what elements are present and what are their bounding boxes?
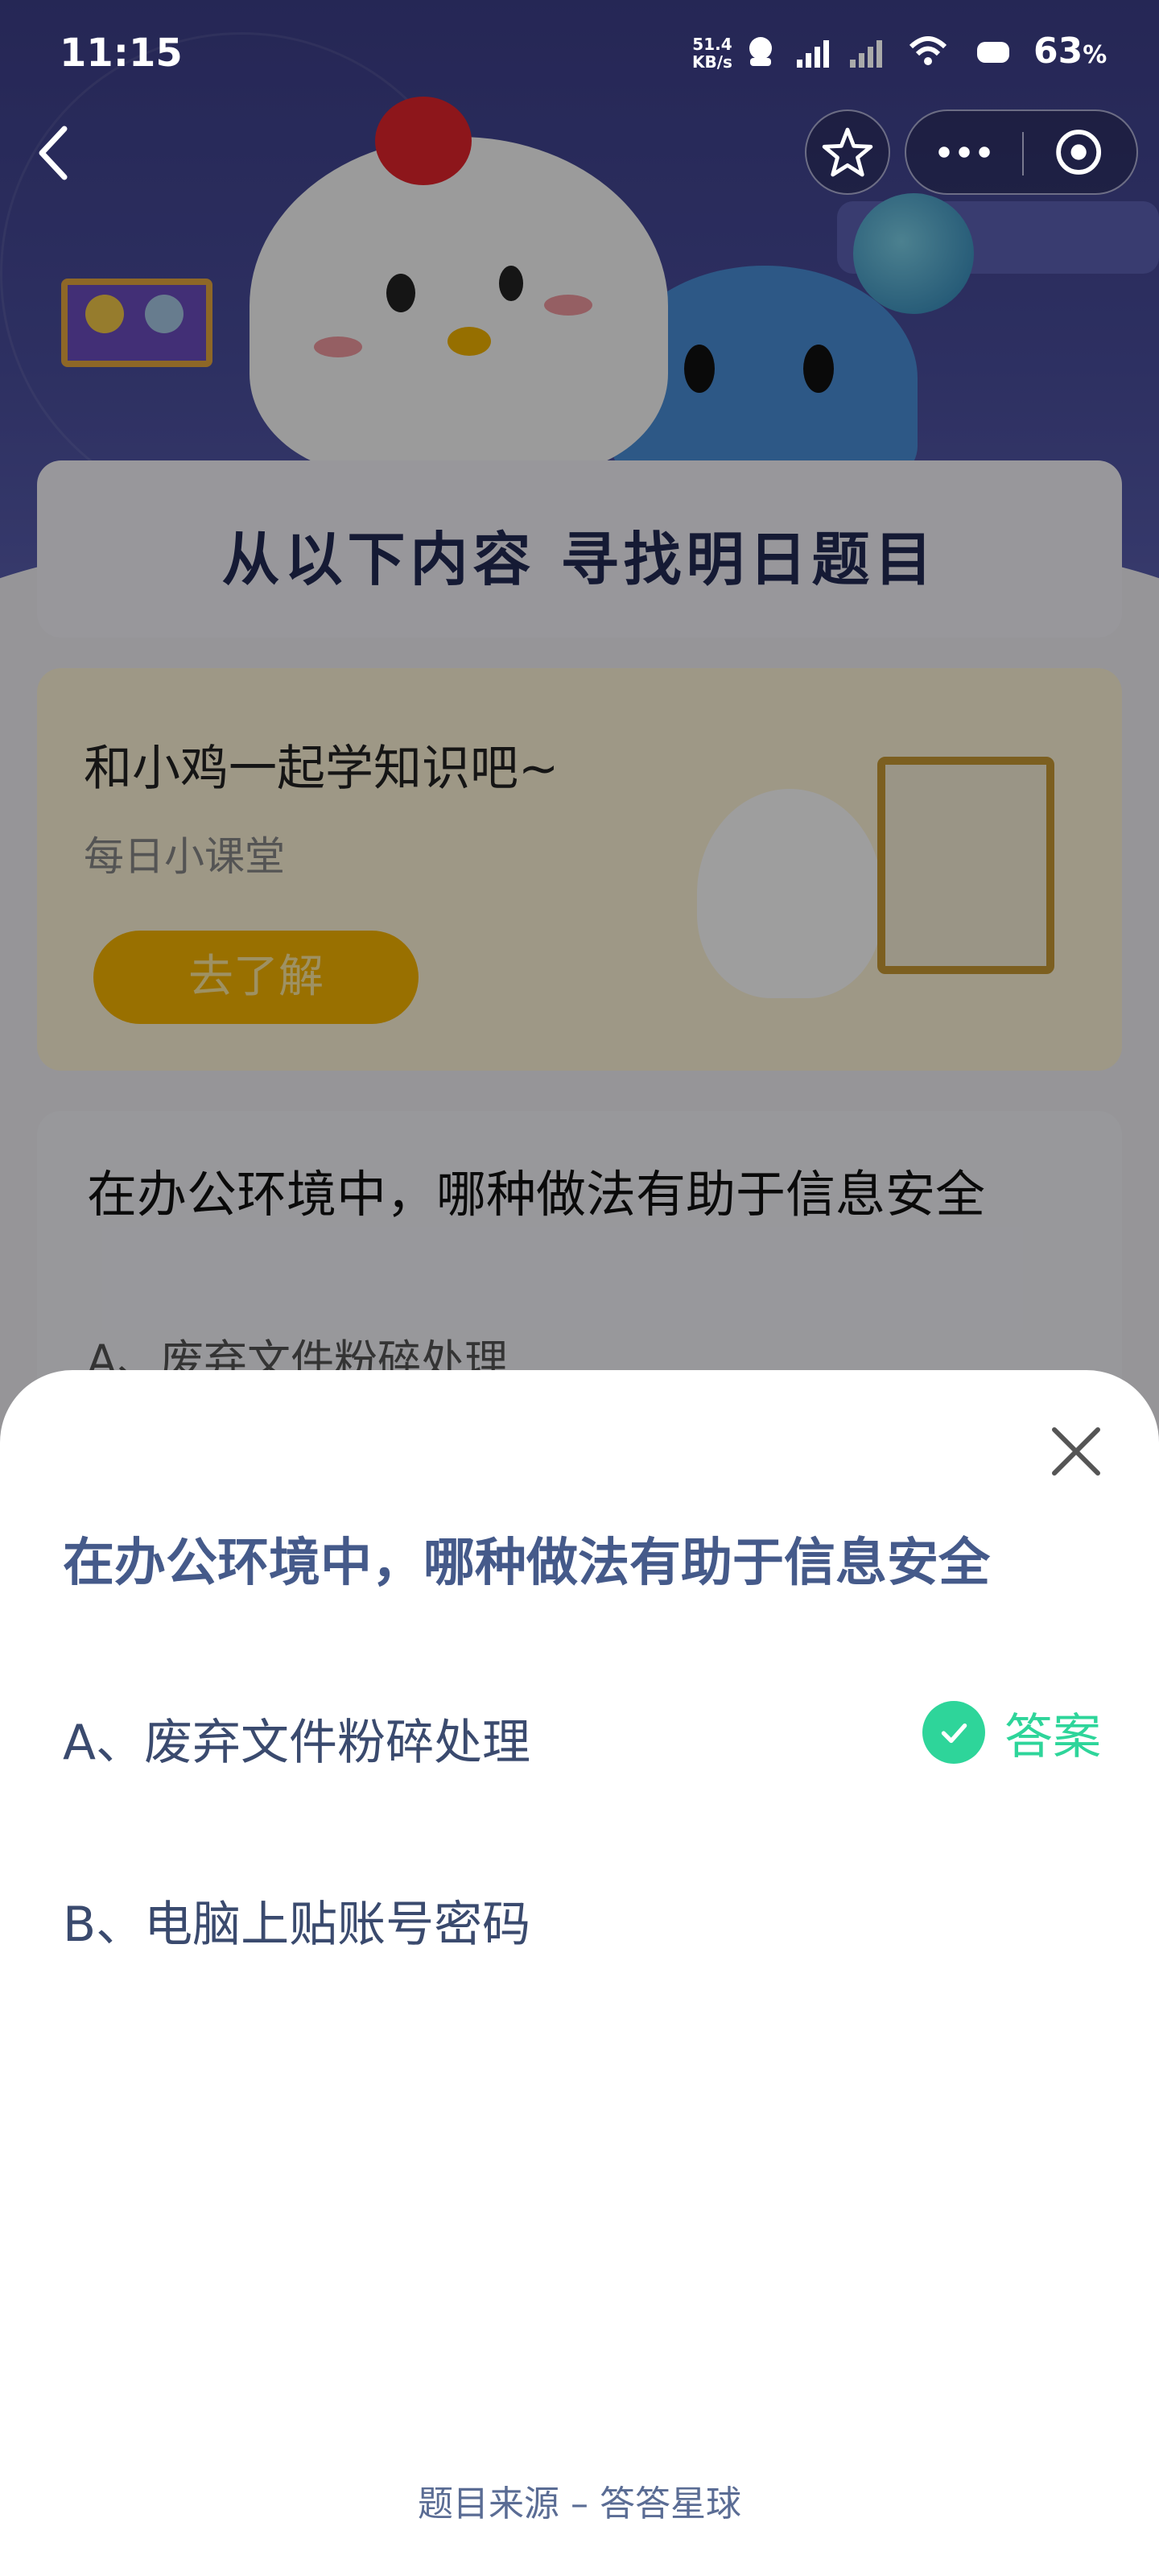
status-bar: 11:15 51.4 KB/s 63% xyxy=(0,0,1159,113)
option-a-text: A、废弃文件粉碎处理 xyxy=(63,1715,531,1771)
chevron-left-icon[interactable] xyxy=(29,121,77,185)
net-speed-unit: KB/s xyxy=(692,52,732,72)
status-time: 11:15 xyxy=(60,31,183,76)
answer-label: 答案 xyxy=(1004,1708,1101,1765)
signal-no-service-icon xyxy=(850,40,882,68)
notification-icon xyxy=(749,37,772,66)
option-a[interactable]: A、废弃文件粉碎处理 答案 xyxy=(63,1687,1101,1776)
question-source: 题目来源 – 答答星球 xyxy=(418,2483,741,2524)
close-icon[interactable] xyxy=(1048,1423,1104,1480)
network-speed: 51.4 KB/s xyxy=(692,35,732,71)
mini-program-capsule xyxy=(905,109,1138,195)
star-outline-icon xyxy=(822,127,873,177)
option-b[interactable]: B、电脑上贴账号密码 xyxy=(63,1869,1101,1958)
favorite-button[interactable] xyxy=(805,109,890,195)
option-b-text: B、电脑上贴账号密码 xyxy=(63,1897,531,1953)
check-circle-icon xyxy=(922,1701,985,1764)
battery-level: 63% xyxy=(1033,31,1107,72)
wifi-icon xyxy=(909,36,947,65)
more-dots-icon[interactable] xyxy=(906,111,1022,193)
target-circle-icon[interactable] xyxy=(1024,111,1140,193)
battery-saver-icon xyxy=(977,42,1009,63)
sheet-question-title: 在办公环境中，哪种做法有助于信息安全 xyxy=(63,1534,990,1593)
signal-icon xyxy=(797,40,829,68)
net-speed-value: 51.4 xyxy=(692,35,732,54)
answer-badge: 答案 xyxy=(922,1700,1101,1765)
